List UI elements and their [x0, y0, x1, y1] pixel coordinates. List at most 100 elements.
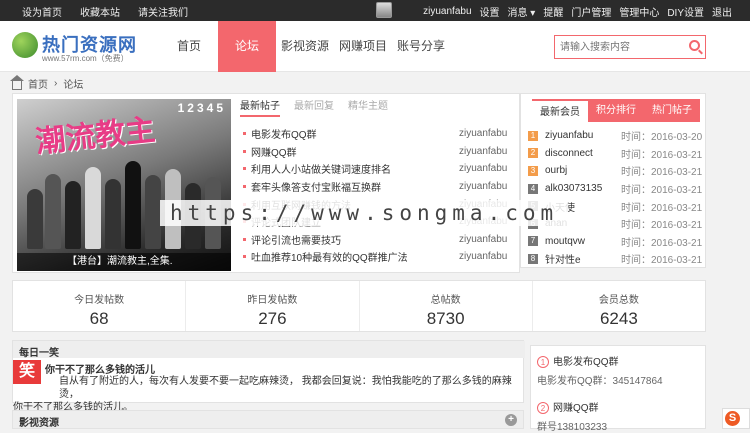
- tab-new-members[interactable]: 最新会员: [532, 99, 588, 122]
- nav-home[interactable]: 首页: [160, 21, 218, 72]
- stat-label: 会员总数: [598, 295, 639, 306]
- slider-page[interactable]: 5: [216, 101, 223, 115]
- post-author[interactable]: ziyuanfabu: [459, 234, 507, 245]
- side-sub: 群号138103233: [537, 422, 608, 433]
- list-item[interactable]: 吐血推荐10种最有效的QQ群推广法 ziyuanfabu: [243, 248, 521, 266]
- post-author[interactable]: ziyuanfabu: [459, 181, 507, 192]
- rank-badge: 4: [528, 183, 538, 194]
- rank-badge: 2: [528, 148, 538, 159]
- list-item[interactable]: 评论引流也需要技巧 ziyuanfabu: [243, 231, 521, 249]
- post-title[interactable]: 利用人人小站做关键词速度排名: [251, 161, 459, 176]
- post-title[interactable]: 套牢头像答支付宝账福互换群: [251, 179, 459, 194]
- settings-link[interactable]: 设置: [480, 4, 500, 19]
- post-tabs: 最新帖子 最新回复 精华主题: [240, 97, 388, 117]
- post-title[interactable]: 吐血推荐10种最有效的QQ群推广法: [251, 249, 459, 264]
- top-links: 设为首页 收藏本站 请关注我们: [22, 4, 188, 19]
- image-slider[interactable]: 1 2 3 4 5 潮流教主 【港台】潮流教主,全集.: [17, 99, 231, 271]
- search-icon[interactable]: [689, 40, 700, 51]
- slider-page[interactable]: 3: [197, 101, 204, 115]
- post-author[interactable]: ziyuanfabu: [459, 163, 507, 174]
- tab-featured[interactable]: 精华主题: [348, 97, 388, 117]
- side-item[interactable]: 2 网赚QQ群 群号138103233: [537, 399, 607, 433]
- post-title[interactable]: 电影发布QQ群: [251, 126, 459, 141]
- username-link[interactable]: ziyuanfabu: [423, 6, 471, 17]
- messages-link[interactable]: 消息 ▾: [508, 4, 536, 19]
- stat-today: 今日发帖数 68: [13, 281, 187, 331]
- slider-page[interactable]: 2: [187, 101, 194, 115]
- home-icon[interactable]: [10, 74, 24, 90]
- side-title[interactable]: 网赚QQ群: [553, 403, 599, 414]
- admin-center-link[interactable]: 管理中心: [619, 4, 659, 19]
- member-name[interactable]: ziyuanfabu: [545, 130, 621, 141]
- site-logo[interactable]: 热门资源网 www.57rm.com（免费）: [12, 30, 142, 64]
- side-sub: 电影发布QQ群：345147864: [537, 376, 663, 387]
- diy-settings-link[interactable]: DIY设置: [667, 4, 704, 19]
- member-name[interactable]: alk03073135: [545, 183, 621, 194]
- rank-badge: 7: [528, 236, 538, 247]
- side-item[interactable]: 1 电影发布QQ群 电影发布QQ群：345147864: [537, 353, 663, 387]
- list-item: 1 ziyuanfabu 时间：2016-03-20: [528, 127, 706, 145]
- bookmark-link[interactable]: 收藏本站: [80, 4, 120, 19]
- nav-film[interactable]: 影视资源: [276, 21, 334, 72]
- film-section-header: 影视资源 +: [12, 410, 524, 429]
- watermark: https://www.songma.com: [160, 200, 569, 226]
- tab-hot-posts[interactable]: 热门帖子: [644, 99, 700, 122]
- slider-page[interactable]: 4: [207, 101, 214, 115]
- member-tabs: 最新会员 积分排行 热门帖子: [532, 99, 700, 122]
- nav-accounts[interactable]: 账号分享: [392, 21, 450, 72]
- nav-forum[interactable]: 论坛: [218, 21, 276, 72]
- film-header: 影视资源: [19, 418, 59, 429]
- list-item[interactable]: 利用人人小站做关键词速度排名 ziyuanfabu: [243, 160, 521, 178]
- list-item[interactable]: 网赚QQ群 ziyuanfabu: [243, 143, 521, 161]
- portal-admin-link[interactable]: 门户管理: [571, 4, 611, 19]
- expand-icon[interactable]: +: [505, 414, 517, 426]
- user-avatar[interactable]: [376, 2, 392, 18]
- search-box: [554, 35, 706, 59]
- search-input[interactable]: [555, 36, 675, 58]
- tab-points-rank[interactable]: 积分排行: [588, 99, 644, 122]
- slide-caption[interactable]: 【港台】潮流教主,全集.: [17, 253, 231, 271]
- member-name[interactable]: 针对性e: [545, 251, 621, 266]
- joke-title[interactable]: 你干不了那么多钱的活儿: [45, 361, 155, 376]
- list-item: 7 moutqvw 时间：2016-03-21: [528, 233, 706, 251]
- post-title[interactable]: 网赚QQ群: [251, 144, 459, 159]
- joke-body: 自从有了附近的人，每次有人发要不要一起吃麻辣烫， 我都会回复说：我怕我能吃的了那…: [13, 375, 523, 414]
- member-name[interactable]: ourbj: [545, 165, 621, 176]
- member-name[interactable]: moutqvw: [545, 236, 621, 247]
- post-author[interactable]: ziyuanfabu: [459, 128, 507, 139]
- member-name[interactable]: disconnect: [545, 148, 621, 159]
- number-badge: 1: [537, 356, 549, 368]
- side-title[interactable]: 电影发布QQ群: [553, 357, 619, 368]
- follow-us-link[interactable]: 请关注我们: [138, 4, 188, 19]
- set-homepage-link[interactable]: 设为首页: [22, 4, 62, 19]
- post-author[interactable]: ziyuanfabu: [459, 251, 507, 262]
- daily-joke-panel: 每日一笑 笑 你干不了那么多钱的活儿 自从有了附近的人，每次有人发要不要一起吃麻…: [12, 340, 525, 413]
- join-time: 时间：2016-03-21: [621, 185, 703, 197]
- logout-link[interactable]: 退出: [712, 4, 732, 19]
- stat-yesterday: 昨日发帖数 276: [186, 281, 360, 331]
- sogou-icon[interactable]: S: [725, 411, 740, 426]
- member-list: 1 ziyuanfabu 时间：2016-03-20 2 disconnect 时间：2…: [528, 127, 706, 268]
- list-item: 4 alk03073135 时间：2016-03-21: [528, 180, 706, 198]
- list-item[interactable]: 电影发布QQ群 ziyuanfabu: [243, 125, 521, 143]
- post-title[interactable]: 评论引流也需要技巧: [251, 232, 459, 247]
- slider-page[interactable]: 1: [178, 101, 185, 115]
- stat-label: 今日发帖数: [74, 295, 125, 306]
- join-time: 时间：2016-03-21: [621, 237, 703, 249]
- notify-link[interactable]: 提醒: [543, 4, 563, 19]
- tab-latest-replies[interactable]: 最新回复: [294, 97, 334, 117]
- slider-pagination: 1 2 3 4 5: [178, 101, 223, 115]
- post-author[interactable]: ziyuanfabu: [459, 146, 507, 157]
- nav-earn[interactable]: 网赚项目: [334, 21, 392, 72]
- breadcrumb-home[interactable]: 首页: [28, 76, 48, 91]
- breadcrumb-forum[interactable]: 论坛: [63, 76, 83, 91]
- logo-url: www.57rm.com（免费）: [42, 54, 129, 63]
- slide-title: 潮流教主: [33, 113, 157, 160]
- forum-stats: 今日发帖数 68 昨日发帖数 276 总帖数 8730 会员总数 6243: [12, 280, 706, 332]
- list-item[interactable]: 套牢头像答支付宝账福互换群 ziyuanfabu: [243, 178, 521, 196]
- joke-header: 每日一笑: [13, 341, 525, 359]
- tab-latest-posts[interactable]: 最新帖子: [240, 97, 280, 117]
- join-time: 时间：2016-03-21: [621, 255, 703, 267]
- stat-total-posts: 总帖数 8730: [360, 281, 533, 331]
- ime-toolbar[interactable]: S: [722, 408, 750, 429]
